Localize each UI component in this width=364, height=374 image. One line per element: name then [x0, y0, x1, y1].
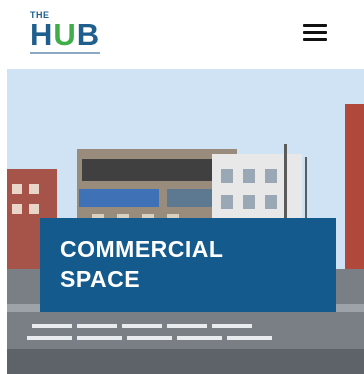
page: THE HUB COMMERCIAL SPACE: [0, 0, 364, 374]
logo-tagline-line: [30, 52, 100, 54]
hero-caption-box: COMMERCIAL SPACE: [40, 218, 336, 312]
logo-main-text: HUB: [30, 17, 101, 52]
site-header: THE HUB: [0, 0, 364, 68]
hero-title: COMMERCIAL SPACE: [60, 236, 224, 292]
hamburger-menu-icon[interactable]: [300, 20, 330, 46]
the-hub-logo[interactable]: THE HUB: [30, 10, 104, 56]
